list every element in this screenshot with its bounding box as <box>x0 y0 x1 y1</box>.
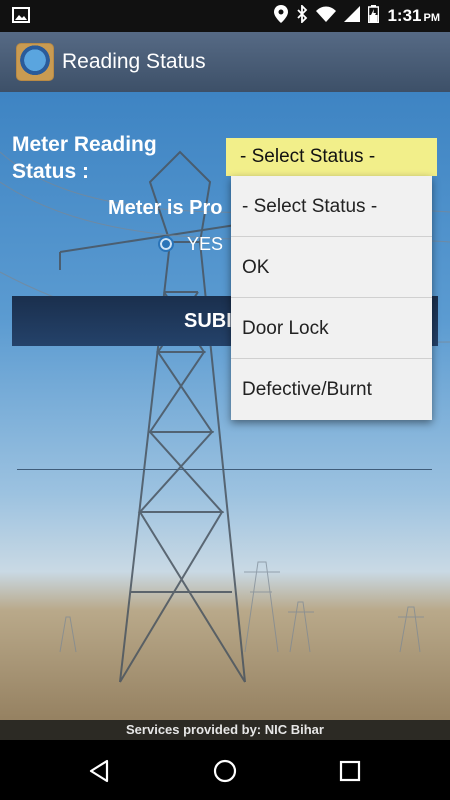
battery-charging-icon <box>368 4 380 28</box>
signal-icon <box>344 5 361 27</box>
dropdown-option-door-lock[interactable]: Door Lock <box>231 298 432 359</box>
back-icon[interactable] <box>87 758 113 784</box>
bluetooth-icon <box>296 3 308 28</box>
app-bar: Reading Status <box>0 32 450 92</box>
radio-yes[interactable] <box>158 236 174 252</box>
recents-icon[interactable] <box>337 758 363 784</box>
status-select[interactable]: - Select Status - <box>226 138 437 176</box>
dropdown-option-ok[interactable]: OK <box>231 237 432 298</box>
meter-proper-label: Meter is Pro <box>108 197 223 219</box>
home-icon[interactable] <box>212 758 238 784</box>
dropdown-option-select-status[interactable]: - Select Status - <box>231 176 432 237</box>
footer-credit: Services provided by: NIC Bihar <box>0 720 450 740</box>
image-icon <box>12 7 30 28</box>
radio-yes-label[interactable]: YES <box>187 234 223 255</box>
dropdown-option-defective-burnt[interactable]: Defective/Burnt <box>231 359 432 420</box>
navigation-bar <box>0 740 450 800</box>
status-bar: 1:31 PM <box>0 0 450 32</box>
page-title: Reading Status <box>62 50 206 73</box>
status-dropdown-menu: - Select Status - OK Door Lock Defective… <box>231 176 432 420</box>
divider <box>17 469 432 470</box>
wifi-icon <box>316 6 337 27</box>
meter-reading-status-label: Meter Reading Status : <box>12 133 157 183</box>
location-icon <box>274 4 289 28</box>
clock: 1:31 PM <box>387 6 440 25</box>
app-logo-icon <box>16 43 54 81</box>
